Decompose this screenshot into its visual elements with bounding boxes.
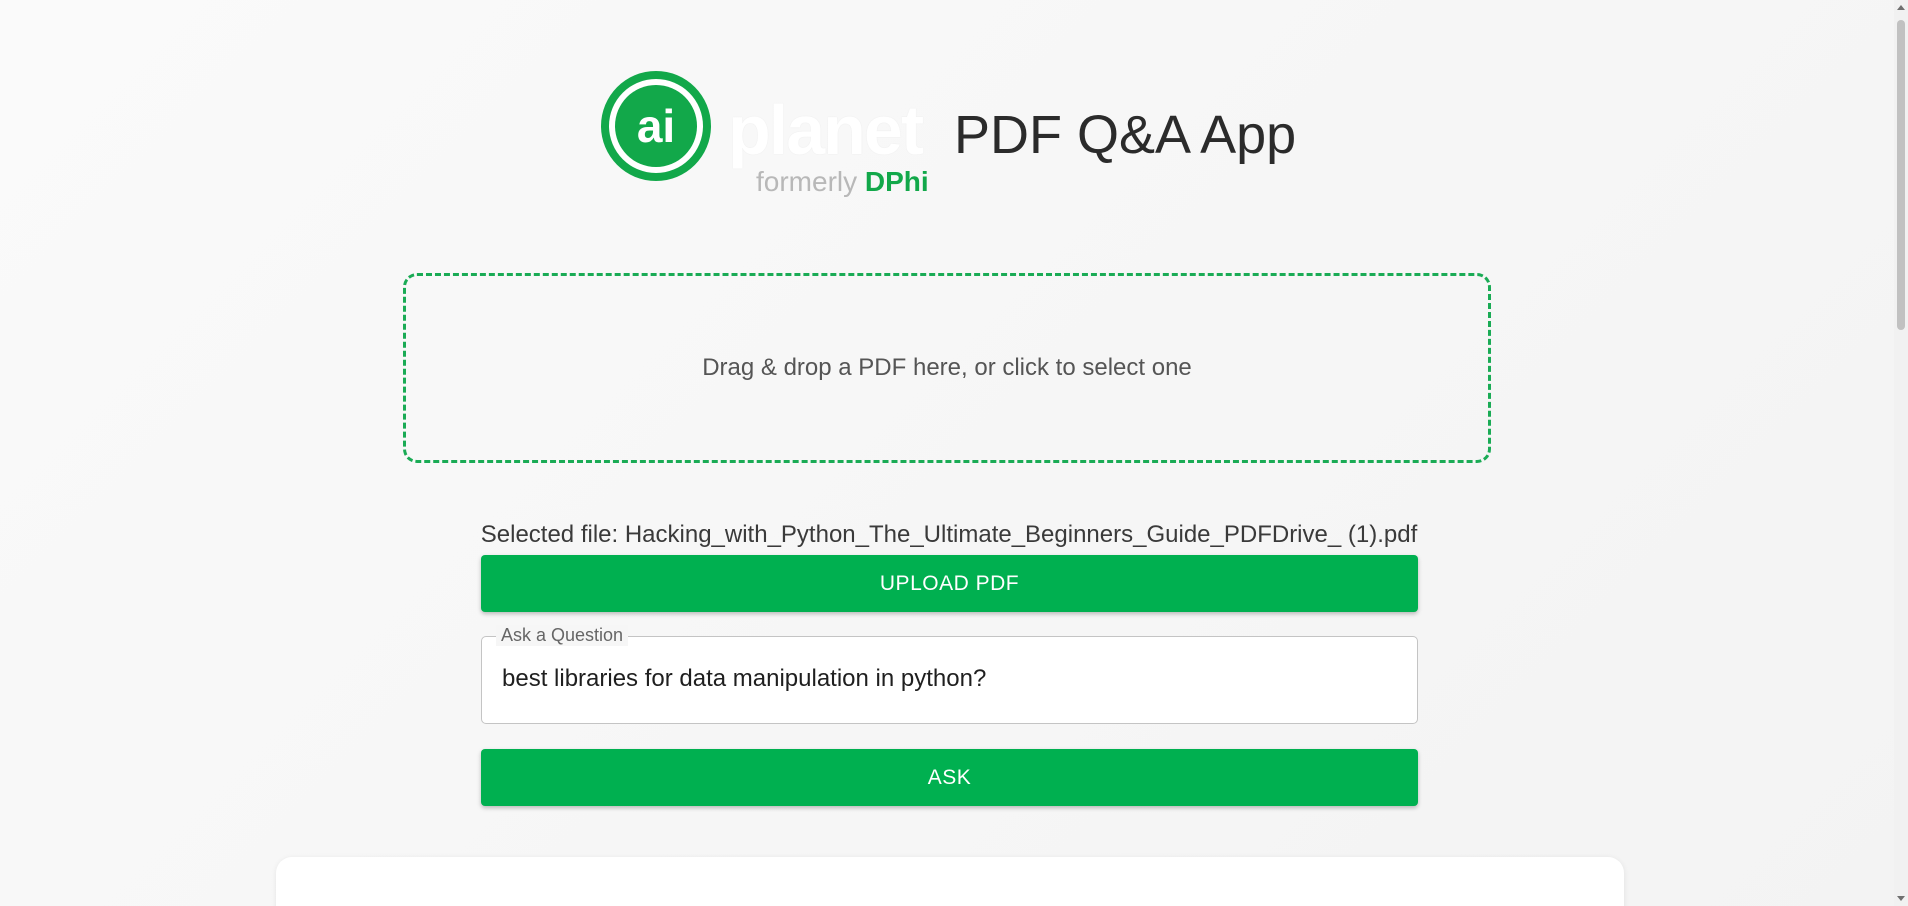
- scrollbar-thumb[interactable]: [1897, 20, 1905, 330]
- question-input[interactable]: [502, 665, 1382, 693]
- app-header: ai planet formerly DPhi PDF Q&A App: [600, 70, 1320, 200]
- page-title: PDF Q&A App: [954, 105, 1297, 165]
- upload-pdf-button[interactable]: UPLOAD PDF: [481, 555, 1418, 612]
- ai-planet-logo-mark: ai: [601, 71, 711, 181]
- logo-tagline-brand: DPhi: [864, 166, 929, 197]
- logo-tagline: formerly DPhi: [756, 166, 929, 198]
- logo-wordmark: planet: [728, 91, 924, 169]
- logo-tagline-prefix: formerly: [756, 166, 858, 197]
- page-scrollbar[interactable]: [1894, 0, 1908, 906]
- pdf-dropzone[interactable]: Drag & drop a PDF here, or click to sele…: [403, 273, 1491, 463]
- dropzone-instructions: Drag & drop a PDF here, or click to sele…: [702, 354, 1192, 381]
- logo-mark-text: ai: [637, 100, 675, 152]
- app-page: ai planet formerly DPhi PDF Q&A App Drag…: [0, 0, 1908, 906]
- scroll-down-icon[interactable]: [1897, 896, 1905, 901]
- answer-card: [276, 857, 1624, 906]
- selected-file-label: Selected file: Hacking_with_Python_The_U…: [480, 521, 1418, 548]
- question-field[interactable]: Ask a Question: [481, 625, 1418, 724]
- ai-planet-logo: ai planet formerly DPhi: [600, 70, 930, 200]
- question-field-label: Ask a Question: [496, 625, 629, 646]
- ask-button[interactable]: ASK: [481, 749, 1418, 806]
- scroll-up-icon[interactable]: [1897, 5, 1905, 10]
